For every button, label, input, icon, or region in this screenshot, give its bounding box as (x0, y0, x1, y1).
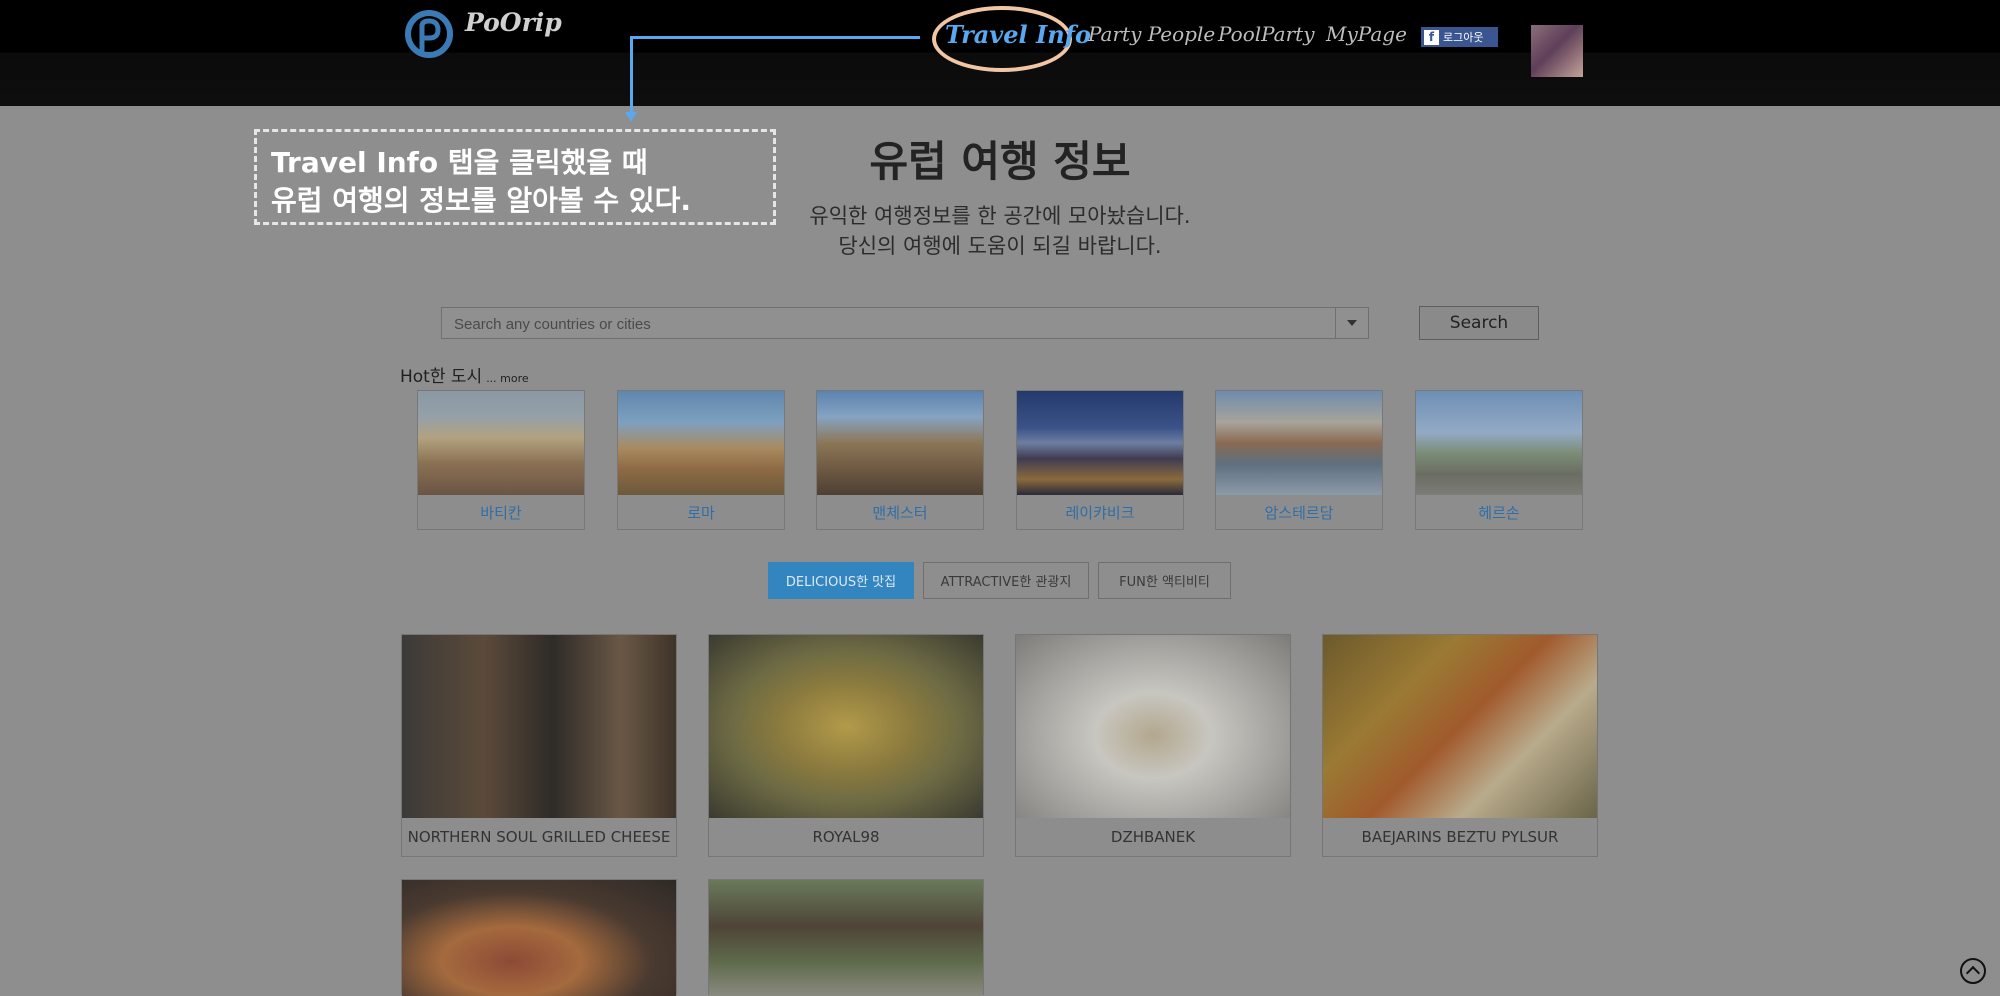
city-card-reykjavik[interactable]: 레이캬비크 (1016, 390, 1184, 530)
restaurant-card-dzhbanek[interactable]: DZHBANEK (1015, 634, 1291, 857)
hot-cities-more-link[interactable]: ... more (486, 372, 528, 385)
restaurant-name: DZHBANEK (1110, 828, 1196, 846)
restaurant-card-royal98[interactable]: ROYAL98 (708, 634, 984, 857)
tab-attractive[interactable]: ATTRACTIVE한 관광지 (923, 562, 1089, 599)
city-card-kherson[interactable]: 헤르손 (1415, 390, 1583, 530)
restaurant-image (1323, 635, 1597, 818)
scroll-to-top-button[interactable] (1960, 958, 1986, 984)
restaurant-image (709, 635, 983, 818)
restaurant-card-pizza[interactable] (401, 879, 677, 996)
subtitle-line-1: 유익한 여행정보를 한 공간에 모아놨습니다. (809, 204, 1191, 228)
tab-delicious[interactable]: DELICIOUS한 맛집 (768, 562, 914, 599)
top-navbar: PoOrip Travel Info Party People PoolPart… (0, 0, 2000, 106)
search-button[interactable]: Search (1419, 306, 1539, 340)
search-input[interactable] (442, 308, 1336, 340)
search-dropdown-button[interactable] (1335, 308, 1368, 338)
city-name: 헤르손 (1478, 503, 1520, 522)
callout-connector-line-vertical (630, 36, 633, 116)
city-image-reykjavik (1017, 391, 1183, 495)
nav-travel-info[interactable]: Travel Info (945, 20, 1091, 49)
restaurant-card-northern-soul[interactable]: NORTHERN SOUL GRILLED CHEESE (401, 634, 677, 857)
hot-cities-title: Hot한 도시 (400, 367, 483, 387)
facebook-icon: f (1424, 29, 1439, 45)
restaurant-image (402, 635, 676, 818)
city-image-rome (618, 391, 784, 495)
avatar[interactable] (1531, 25, 1583, 77)
restaurant-card-garden[interactable] (708, 879, 984, 996)
city-image-kherson (1416, 391, 1582, 495)
nav-mypage[interactable]: MyPage (1326, 22, 1407, 46)
subtitle-line-2: 당신의 여행에 도움이 되길 바랍니다. (838, 234, 1162, 258)
chevron-up-icon (1965, 965, 1981, 981)
callout-connector-line (630, 36, 920, 39)
city-card-amsterdam[interactable]: 암스테르담 (1215, 390, 1383, 530)
city-card-rome[interactable]: 로마 (617, 390, 785, 530)
hot-cities-label: Hot한 도시... more (400, 362, 529, 387)
city-name: 로마 (687, 503, 715, 522)
brand-name[interactable]: PoOrip (465, 8, 562, 37)
restaurant-image (1016, 635, 1290, 818)
city-image-manchester (817, 391, 983, 495)
facebook-logout-button[interactable]: f 로그아웃 (1421, 27, 1498, 47)
city-name: 레이캬비크 (1065, 503, 1135, 522)
restaurant-image (709, 880, 983, 996)
city-name: 바티칸 (480, 503, 522, 522)
city-card-vatican[interactable]: 바티칸 (417, 390, 585, 530)
search-field[interactable] (441, 307, 1369, 340)
city-image-amsterdam (1216, 391, 1382, 495)
restaurant-name: BAEJARINS BEZTU PYLSUR (1361, 828, 1559, 846)
restaurant-name: ROYAL98 (812, 828, 880, 846)
city-image-vatican (418, 391, 584, 495)
logout-label: 로그아웃 (1443, 31, 1484, 44)
nav-party-people[interactable]: Party People (1088, 22, 1215, 46)
tab-fun[interactable]: FUN한 액티비티 (1098, 562, 1231, 599)
caret-down-icon (1347, 320, 1357, 326)
city-name: 암스테르담 (1264, 503, 1334, 522)
restaurant-name: NORTHERN SOUL GRILLED CHEESE (407, 828, 671, 846)
page-title: 유럽 여행 정보 (869, 137, 1131, 186)
callout-arrow-icon (625, 112, 637, 122)
nav-poolparty[interactable]: PoolParty (1218, 22, 1315, 46)
city-card-manchester[interactable]: 맨체스터 (816, 390, 984, 530)
restaurant-image (402, 880, 676, 996)
city-name: 맨체스터 (872, 503, 928, 522)
p-logo-icon[interactable] (405, 10, 453, 58)
restaurant-card-baejarins[interactable]: BAEJARINS BEZTU PYLSUR (1322, 634, 1598, 857)
